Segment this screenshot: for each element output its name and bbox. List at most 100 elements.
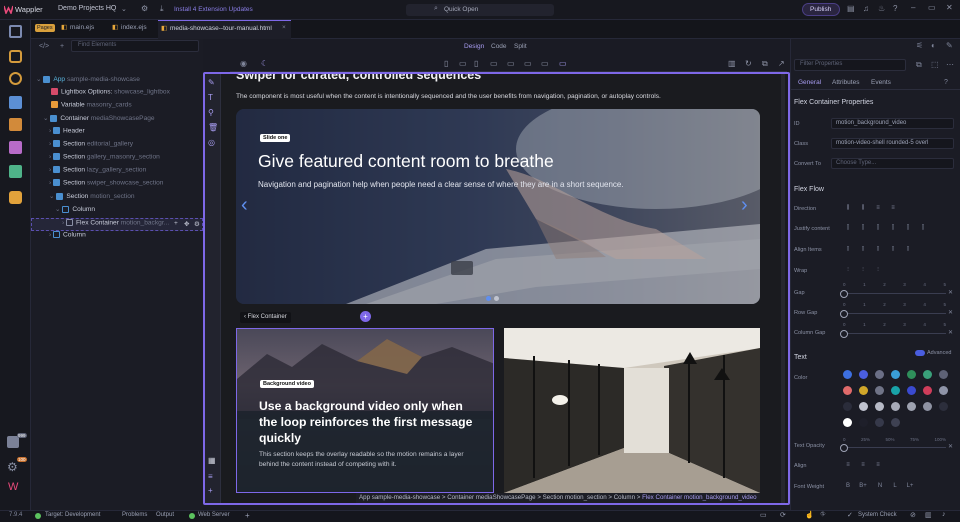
theme-icon[interactable]: ◐	[931, 41, 936, 50]
tree-row-column[interactable]: ⌄ Column	[31, 205, 203, 218]
web-server-button[interactable]: Web Server	[198, 512, 230, 518]
system-check-button[interactable]: System Check	[858, 512, 897, 518]
window-icon[interactable]: ▭	[760, 511, 767, 519]
font-weight-option[interactable]: L	[890, 483, 900, 491]
book-icon[interactable]: ▤	[847, 4, 855, 13]
color-swatch[interactable]	[843, 386, 852, 395]
view-split[interactable]: Split	[514, 43, 527, 50]
code-icon[interactable]: </>	[39, 43, 49, 50]
color-swatch[interactable]	[859, 386, 868, 395]
settings-gear-icon[interactable]: ⚙	[7, 460, 18, 474]
network-icon[interactable]: ⛗	[820, 511, 826, 519]
background-video-card[interactable]: Background video Use a background video …	[236, 328, 494, 493]
problems-button[interactable]: Problems	[122, 512, 147, 518]
color-swatch[interactable]	[875, 370, 884, 379]
justify-end-icon[interactable]: ⫿	[858, 225, 868, 233]
color-swatch[interactable]	[875, 418, 884, 427]
align-start-icon[interactable]: ⫾	[843, 246, 853, 254]
swiper-slide[interactable]: Slide one Give featured content room to …	[236, 109, 760, 304]
wide-icon[interactable]: ▭	[541, 59, 549, 68]
project-selector[interactable]: Demo Projects HQ	[58, 5, 116, 12]
prev-arrow-icon[interactable]: ‹	[241, 194, 248, 217]
view-design[interactable]: Design	[464, 43, 484, 50]
help-icon[interactable]: ?	[893, 4, 897, 13]
breadcrumb-path[interactable]: App sample-media-showcase > Container me…	[359, 494, 642, 501]
color-swatch[interactable]	[843, 370, 852, 379]
preview-icon[interactable]: ↗	[778, 59, 785, 68]
tablet-icon[interactable]: ▯	[474, 59, 478, 68]
direction-column-reverse-icon[interactable]: ≡	[888, 205, 898, 213]
text-opacity-slider[interactable]	[840, 444, 946, 452]
more-icon[interactable]: ⋯	[946, 60, 954, 69]
pagination-dot[interactable]	[494, 296, 499, 301]
tab-attributes[interactable]: Attributes	[832, 79, 859, 86]
justify-between-icon[interactable]: ⫿	[888, 225, 898, 233]
tree-row-column[interactable]: › Column	[31, 231, 203, 244]
convert-select[interactable]: Choose Type...	[831, 158, 954, 169]
color-swatch[interactable]	[939, 386, 948, 395]
move-icon[interactable]: ✥	[184, 220, 190, 228]
download-icon[interactable]: ⤓	[160, 4, 164, 14]
view-code[interactable]: Code	[491, 43, 507, 50]
align-center-text-icon[interactable]: ≡	[858, 462, 868, 470]
tablet-landscape-icon[interactable]: ▭	[490, 59, 498, 68]
color-swatch[interactable]	[907, 386, 916, 395]
maximize-icon[interactable]: ▭	[928, 3, 936, 12]
find-elements-input[interactable]: Find Elements	[71, 40, 199, 52]
clear-icon[interactable]: ✕	[948, 443, 953, 450]
files-icon[interactable]	[9, 25, 22, 38]
close-tab-icon[interactable]: ×	[282, 24, 286, 31]
justify-around-icon[interactable]: ⫿	[903, 225, 913, 233]
filter-properties-input[interactable]: Filter Properties	[794, 59, 906, 71]
wrap-reverse-icon[interactable]: ⫶	[873, 267, 883, 275]
server-connect-icon[interactable]	[9, 72, 22, 85]
align-right-icon[interactable]: ≡	[873, 462, 883, 470]
mute-icon[interactable]: ⊘	[910, 511, 916, 519]
next-arrow-icon[interactable]: ›	[741, 194, 748, 217]
tab-media-showcase[interactable]: ◧ media-showcase--tour-manual.html ×	[158, 20, 291, 39]
justify-evenly-icon[interactable]: ⫿	[918, 225, 928, 233]
tab-general[interactable]: General	[798, 79, 821, 86]
align-left-icon[interactable]: ≡	[843, 462, 853, 470]
color-swatch[interactable]	[923, 370, 932, 379]
thumb-icon[interactable]: ☝	[805, 511, 814, 519]
security-icon[interactable]	[9, 118, 22, 131]
scrollbar[interactable]	[781, 74, 785, 503]
fullwidth-icon[interactable]: ▭	[559, 59, 567, 68]
target-selector[interactable]: Target: Development	[45, 512, 100, 518]
layers-icon[interactable]	[9, 165, 22, 178]
quick-open-bar[interactable]: ⌕ Quick Open	[406, 4, 554, 16]
minimize-icon[interactable]: –	[911, 3, 915, 12]
resources-icon[interactable]	[9, 141, 22, 154]
close-icon[interactable]: ✕	[946, 3, 953, 12]
color-swatch[interactable]	[891, 418, 900, 427]
tree-row-lightbox[interactable]: Lightbox Options: showcase_lightbox	[31, 88, 203, 101]
tree-row-section[interactable]: › Section editorial_gallery	[31, 140, 203, 153]
color-swatch[interactable]	[859, 370, 868, 379]
refresh-icon[interactable]: ↻	[745, 59, 752, 68]
tab-index-ejs[interactable]: index.ejs	[121, 24, 147, 31]
color-swatch[interactable]	[891, 386, 900, 395]
tree-row-container[interactable]: ⌄ Container mediaShowcasePage	[31, 114, 203, 127]
settings-small-icon[interactable]: ⚙	[194, 220, 200, 228]
nowrap-icon[interactable]: ⫶	[858, 267, 868, 275]
color-swatch[interactable]	[939, 402, 948, 411]
font-weight-option[interactable]: N	[875, 483, 885, 491]
tab-pages[interactable]: Pages	[35, 24, 55, 32]
direction-row-reverse-icon[interactable]: ⫼	[858, 205, 868, 213]
column-gap-slider[interactable]	[840, 330, 946, 338]
color-swatch[interactable]	[907, 370, 916, 379]
edit-icon[interactable]: ✎	[208, 78, 215, 87]
align-baseline-icon[interactable]: ⫾	[888, 246, 898, 254]
mobile-landscape-icon[interactable]: ▭	[459, 59, 467, 68]
chevron-down-icon[interactable]: ⌄	[121, 5, 127, 13]
sync-icon[interactable]: ⟳	[780, 511, 786, 519]
color-swatch[interactable]	[939, 370, 948, 379]
align-end-icon[interactable]: ⫾	[858, 246, 868, 254]
tree-row-variable[interactable]: Variable masonry_cards	[31, 101, 203, 114]
color-swatch[interactable]	[843, 402, 852, 411]
color-swatch[interactable]	[843, 418, 852, 427]
tree-row-section[interactable]: › Section gallery_masonry_section	[31, 153, 203, 166]
color-swatch[interactable]	[923, 402, 932, 411]
mobile-icon[interactable]: ▯	[444, 59, 448, 68]
